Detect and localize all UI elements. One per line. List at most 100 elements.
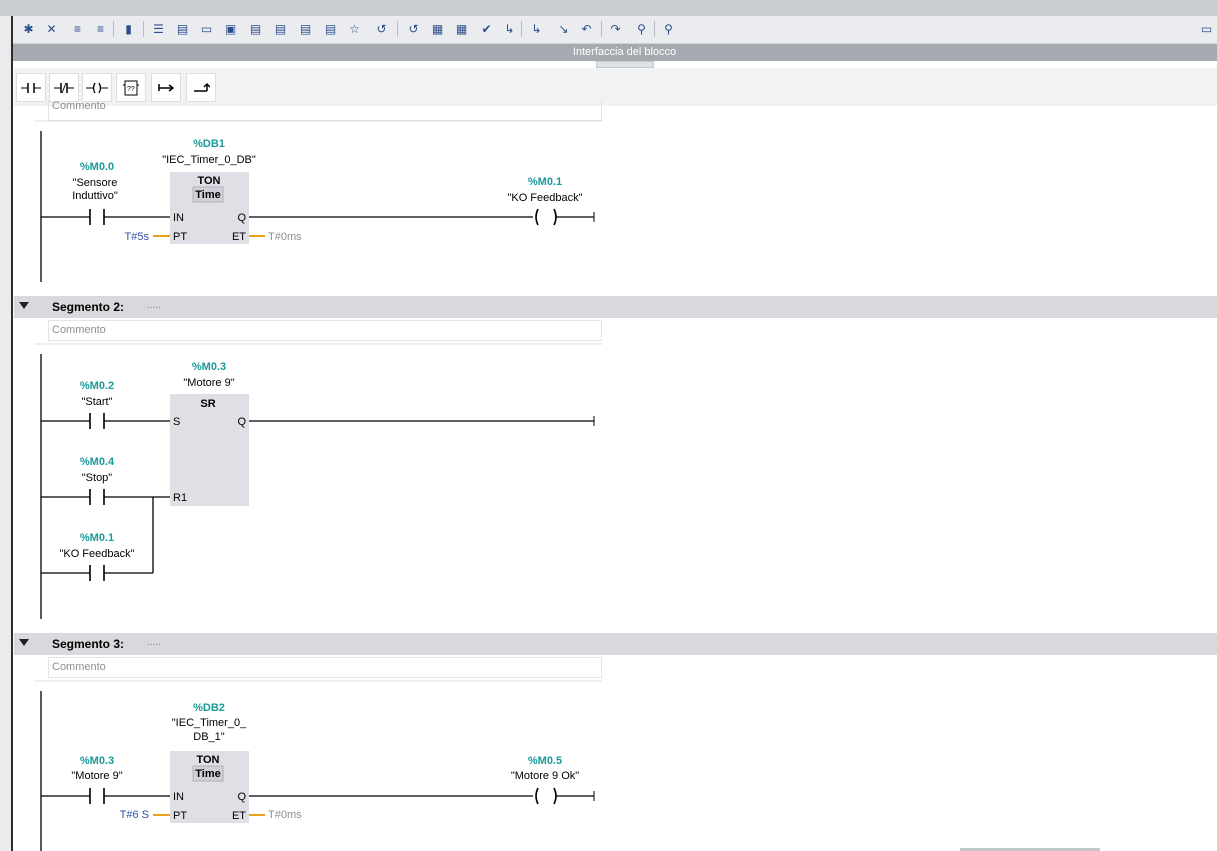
download-icon[interactable]: ↺: [405, 20, 422, 37]
display-symbols-icon[interactable]: ▤: [174, 20, 191, 37]
box-type: SR: [200, 398, 215, 410]
segment-2-title: Segmento 2:: [52, 300, 125, 314]
pin-et: ET: [232, 231, 246, 243]
pin-q: Q: [237, 212, 246, 224]
append-row-icon[interactable]: ≡: [92, 20, 109, 37]
db-symbol: "IEC_Timer_0_DB": [162, 154, 256, 166]
coil-symbol: "Motore 9 Ok": [511, 770, 579, 782]
coil-button[interactable]: [82, 73, 112, 102]
comment-text: Commento: [52, 100, 106, 112]
pin-in: IN: [173, 791, 184, 803]
segment-3-name[interactable]: .....: [147, 637, 161, 648]
toolbar-separator: [113, 21, 114, 37]
segment-2-header[interactable]: Segmento 2: .....: [14, 296, 1217, 318]
delete-network-icon[interactable]: ✕: [43, 20, 60, 37]
title-strip: [0, 0, 1217, 16]
empty-box-icon: ??: [123, 80, 139, 95]
trace-icon[interactable]: ⚲: [633, 20, 650, 37]
collapse-icon[interactable]: [19, 302, 29, 309]
contact-address: %M0.2: [80, 380, 114, 392]
clear-breakpoints-icon[interactable]: ☆: [346, 20, 363, 37]
watch-table-icon[interactable]: ▦: [453, 20, 470, 37]
segment-3-title: Segmento 3:: [52, 637, 125, 651]
segment-2-name[interactable]: .....: [147, 300, 161, 311]
assignment-icon[interactable]: ↶: [578, 20, 595, 37]
contact-address: %M0.0: [80, 161, 114, 173]
contact-symbol-line1: "Sensore: [73, 177, 118, 189]
box-subtype: Time: [195, 189, 220, 201]
monitor-icon[interactable]: ▤: [272, 20, 289, 37]
et-value: T#0ms: [268, 809, 302, 821]
comment-text: Commento: [52, 324, 106, 336]
box-subtype: Time: [195, 768, 220, 780]
coil-symbol: "KO Feedback": [507, 192, 582, 204]
contact-symbol: "KO Feedback": [59, 548, 134, 560]
favorites-icon[interactable]: ▤: [247, 20, 264, 37]
contact-symbol: "Start": [81, 396, 112, 408]
network-navigate-icon[interactable]: ▮: [120, 20, 137, 37]
modify-icon[interactable]: ↳: [501, 20, 518, 37]
sr-address: %M0.3: [192, 361, 226, 373]
empty-box-button[interactable]: ??: [116, 73, 146, 102]
segment-1-comment[interactable]: Commento: [48, 100, 602, 121]
go-online-icon[interactable]: ▤: [297, 20, 314, 37]
db-symbol-line2: DB_1": [193, 731, 225, 743]
no-contact-button[interactable]: [16, 73, 46, 102]
snapshot-icon[interactable]: ↺: [373, 20, 390, 37]
db-address: %DB2: [193, 702, 225, 714]
close-branch-button[interactable]: [186, 73, 216, 102]
block-interface-title: Interfaccia del blocco: [572, 46, 677, 58]
contact-symbol: "Motore 9": [71, 770, 122, 782]
contact-address: %M0.3: [80, 755, 114, 767]
pin-et: ET: [232, 810, 246, 822]
contact-symbol: "Stop": [82, 472, 113, 484]
splitter-handle[interactable]: [596, 61, 654, 68]
insert-row-icon[interactable]: ≡: [69, 20, 86, 37]
pin-in: IN: [173, 212, 184, 224]
open-branch-button[interactable]: [151, 73, 181, 102]
absolute-operands-icon[interactable]: ☰: [150, 20, 167, 37]
show-comments-icon[interactable]: ▣: [222, 20, 239, 37]
segment-3-header[interactable]: Segmento 3: .....: [14, 633, 1217, 655]
force-icon[interactable]: ✔: [478, 20, 495, 37]
pt-value: T#5s: [125, 231, 150, 243]
pin-pt: PT: [173, 231, 187, 243]
toolbar-separator: [143, 21, 144, 37]
pt-value: T#6 S: [120, 809, 149, 821]
close-branch-icon: [194, 82, 210, 92]
pin-q: Q: [237, 416, 246, 428]
editor-toolbar-icons: ✱ ✕ ≡ ≡ ▮ ☰ ▤ ▭ ▣ ▤ ▤ ▤ ▤ ☆ ↺ ↺ ▦ ▦ ✔ ↳ ↳ ↘ ↶ ↷ ⚲ ⚲ ▭: [0, 16, 1217, 43]
coil-icon: [86, 82, 108, 93]
database-icon[interactable]: ⚲: [660, 20, 677, 37]
ladder-diagram: %DB1 "IEC_Timer_0_DB" TON Time IN PT Q E…: [35, 120, 602, 851]
svg-text:??: ??: [127, 86, 135, 93]
display-address-icon[interactable]: ▭: [198, 20, 215, 37]
insert-network-icon[interactable]: ✱: [20, 20, 37, 37]
sr-symbol: "Motore 9": [183, 377, 234, 389]
nc-contact-button[interactable]: [49, 73, 79, 102]
coil-address: %M0.5: [528, 755, 562, 767]
toolbar-separator: [397, 21, 398, 37]
split-view-icon[interactable]: ▭: [1198, 20, 1215, 37]
segment-2-comment[interactable]: Commento: [48, 320, 602, 341]
nc-contact-icon: [54, 82, 74, 93]
segment-3-comment[interactable]: Commento: [48, 657, 602, 678]
comment-text: Commento: [52, 661, 106, 673]
contact-symbol-line2: Induttivo": [72, 190, 118, 202]
breakpoint-icon[interactable]: ▤: [322, 20, 339, 37]
pin-s: S: [173, 416, 180, 428]
pin-r1: R1: [173, 492, 187, 504]
call-structure-icon[interactable]: ↘: [555, 20, 572, 37]
toolbar-separator: [654, 21, 655, 37]
collapse-icon[interactable]: [19, 639, 29, 646]
open-branch-icon: [158, 83, 175, 92]
et-value: T#0ms: [268, 231, 302, 243]
box-type: TON: [196, 754, 219, 766]
compare-icon[interactable]: ▦: [429, 20, 446, 37]
cross-ref-icon[interactable]: ↳: [528, 20, 545, 37]
settings-icon[interactable]: ↷: [607, 20, 624, 37]
contact-address: %M0.4: [80, 456, 115, 468]
pin-pt: PT: [173, 810, 187, 822]
no-contact-icon: [21, 82, 41, 93]
pin-q: Q: [237, 791, 246, 803]
